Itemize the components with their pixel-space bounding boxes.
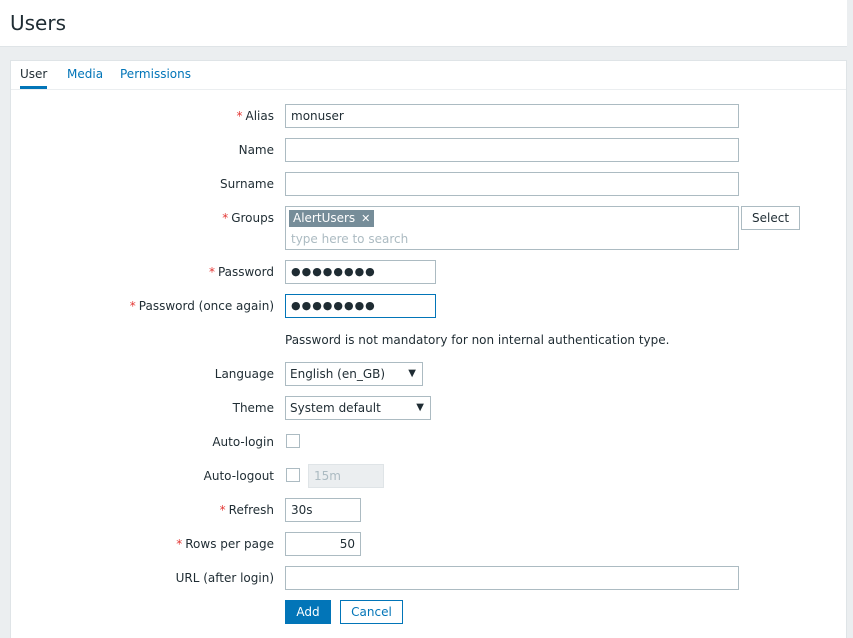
group-chip: AlertUsers ✕ <box>289 210 375 227</box>
language-label: Language <box>214 367 274 381</box>
user-form-panel: User Media Permissions *Alias Name Surna… <box>10 60 847 638</box>
url-label: URL (after login) <box>175 571 274 585</box>
cancel-button[interactable]: Cancel <box>340 600 403 624</box>
password-label: * Password <box>208 265 274 279</box>
theme-select[interactable]: System default ▼ <box>285 396 431 420</box>
page-title: Users <box>10 11 67 35</box>
groups-select-button[interactable]: Select <box>741 206 800 230</box>
tab-bar: User Media Permissions <box>11 61 846 90</box>
alias-input[interactable] <box>285 104 739 128</box>
add-button[interactable]: Add <box>285 600 331 624</box>
autologin-label: Auto-login <box>212 435 274 449</box>
name-label: Name <box>238 143 274 157</box>
page-header: Users <box>0 0 847 47</box>
password-again-label: * Password (once again) <box>129 299 274 313</box>
remove-chip-icon[interactable]: ✕ <box>361 212 370 225</box>
rows-per-page-input[interactable] <box>285 532 361 556</box>
required-marker: * <box>176 537 183 551</box>
language-select[interactable]: English (en_GB) ▼ <box>285 362 423 386</box>
rows-per-page-label: * Rows per page <box>176 537 274 551</box>
url-input[interactable] <box>285 566 739 590</box>
autologout-input <box>308 464 384 488</box>
chevron-down-icon: ▼ <box>416 402 424 413</box>
groups-search-placeholder[interactable]: type here to search <box>291 232 408 246</box>
surname-input[interactable] <box>285 172 739 196</box>
groups-label: * Groups <box>222 211 274 225</box>
theme-label: Theme <box>232 401 274 415</box>
groups-multiselect[interactable]: AlertUsers ✕ type here to search <box>285 206 739 250</box>
autologout-label: Auto-logout <box>203 469 274 483</box>
password-again-input[interactable]: ●●●●●●●● <box>285 294 436 318</box>
alias-label: * Alias <box>236 109 274 123</box>
autologin-checkbox[interactable] <box>286 434 300 448</box>
required-marker: * <box>208 265 215 279</box>
required-marker: * <box>219 503 226 517</box>
name-input[interactable] <box>285 138 739 162</box>
refresh-label: * Refresh <box>219 503 274 517</box>
autologout-checkbox[interactable] <box>286 468 300 482</box>
required-marker: * <box>222 211 229 225</box>
surname-label: Surname <box>220 177 274 191</box>
required-marker: * <box>129 299 136 313</box>
required-marker: * <box>236 109 243 123</box>
password-input[interactable]: ●●●●●●●● <box>285 260 436 284</box>
chevron-down-icon: ▼ <box>408 368 416 379</box>
tab-media[interactable]: Media <box>67 67 103 88</box>
refresh-input[interactable] <box>285 498 361 522</box>
tab-permissions[interactable]: Permissions <box>120 67 191 88</box>
password-hint: Password is not mandatory for non intern… <box>285 333 670 347</box>
tab-user[interactable]: User <box>20 67 48 89</box>
